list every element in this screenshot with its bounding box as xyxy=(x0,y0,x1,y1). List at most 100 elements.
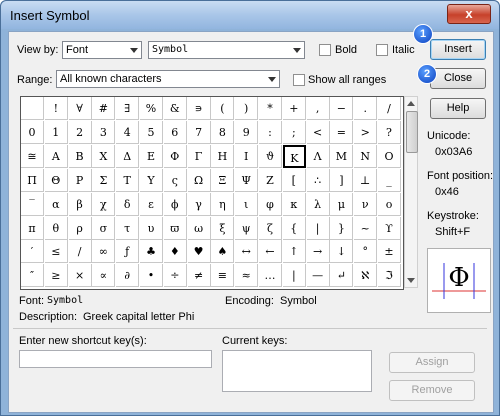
symbol-cell[interactable]: ƒ xyxy=(116,240,140,264)
symbol-cell[interactable]: B xyxy=(68,144,92,168)
symbol-cell[interactable]: _ xyxy=(378,168,401,192)
symbol-cell[interactable]: β xyxy=(68,192,92,216)
symbol-cell[interactable]: / xyxy=(378,97,401,120)
symbol-cell[interactable]: ) xyxy=(235,97,259,120)
symbol-cell[interactable]: Π xyxy=(21,168,44,192)
symbol-cell[interactable]: ϒ xyxy=(378,216,401,240)
symbol-cell[interactable]: ∂ xyxy=(116,264,140,288)
symbol-cell[interactable]: 5 xyxy=(140,120,163,144)
symbol-cell[interactable]: π xyxy=(21,216,44,240)
symbol-cell[interactable]: [ xyxy=(282,168,306,192)
symbol-cell[interactable]: ≅ xyxy=(21,144,44,168)
symbol-cell[interactable]: ♥ xyxy=(187,240,211,264)
scroll-up-icon[interactable] xyxy=(407,101,415,106)
symbol-cell[interactable]: τ xyxy=(116,216,140,240)
symbol-cell[interactable]: δ xyxy=(116,192,140,216)
symbol-cell[interactable]: ÷ xyxy=(163,264,187,288)
symbol-cell[interactable]: : xyxy=(259,120,282,144)
symbol-cell[interactable]: ≤ xyxy=(44,240,68,264)
symbol-cell[interactable]: ⊥ xyxy=(354,168,378,192)
symbol-cell[interactable]: • xyxy=(140,264,163,288)
symbol-cell[interactable]: ± xyxy=(378,240,401,264)
symbol-cell[interactable]: ∝ xyxy=(92,264,116,288)
symbol-cell[interactable]: υ xyxy=(140,216,163,240)
symbol-cell[interactable]: Φ xyxy=(163,144,187,168)
symbol-cell[interactable]: ♠ xyxy=(211,240,235,264)
font-select[interactable]: Symbol xyxy=(148,41,305,59)
symbol-cell[interactable]: 4 xyxy=(116,120,140,144)
symbol-cell[interactable]: μ xyxy=(330,192,354,216)
symbol-cell[interactable]: ϕ xyxy=(163,192,187,216)
grid-scrollbar[interactable] xyxy=(404,96,418,288)
symbol-cell[interactable]: α xyxy=(44,192,68,216)
symbol-cell[interactable]: . xyxy=(354,97,378,120)
symbol-cell[interactable]: γ xyxy=(187,192,211,216)
symbol-cell[interactable]: ο xyxy=(378,192,401,216)
symbol-cell[interactable]: ; xyxy=(282,120,306,144)
assign-button[interactable]: Assign xyxy=(389,352,475,373)
range-select[interactable]: All known characters xyxy=(56,70,280,88)
close-button[interactable]: Close xyxy=(430,68,486,89)
symbol-cell-selected[interactable]: K xyxy=(282,144,306,168)
symbol-cell[interactable]: | xyxy=(282,264,306,288)
symbol-cell[interactable]: % xyxy=(140,97,163,120)
scroll-down-icon[interactable] xyxy=(407,278,415,283)
symbol-cell[interactable]: Λ xyxy=(306,144,330,168)
symbol-cell[interactable]: ↑ xyxy=(282,240,306,264)
symbol-cell[interactable]: = xyxy=(330,120,354,144)
symbol-cell[interactable]: < xyxy=(306,120,330,144)
symbol-cell[interactable]: − xyxy=(330,97,354,120)
symbol-cell[interactable]: ζ xyxy=(259,216,282,240)
symbol-cell[interactable]: λ xyxy=(306,192,330,216)
symbol-cell[interactable]: ♣ xyxy=(140,240,163,264)
italic-checkbox[interactable] xyxy=(376,44,388,56)
new-shortcut-input[interactable] xyxy=(19,350,212,368)
symbol-cell[interactable]: ϖ xyxy=(163,216,187,240)
symbol-cell[interactable]: × xyxy=(68,264,92,288)
symbol-cell[interactable]: ℵ xyxy=(354,264,378,288)
symbol-cell[interactable]: ι xyxy=(235,192,259,216)
current-keys-list[interactable] xyxy=(222,350,372,392)
symbol-cell[interactable]: 8 xyxy=(211,120,235,144)
symbol-cell[interactable]: ∍ xyxy=(187,97,211,120)
symbol-cell[interactable]: Z xyxy=(259,168,282,192)
symbol-cell[interactable]: ≥ xyxy=(44,264,68,288)
symbol-cell[interactable]: 7 xyxy=(187,120,211,144)
symbol-cell[interactable]: # xyxy=(92,97,116,120)
symbol-cell[interactable]: → xyxy=(306,240,330,264)
symbol-cell[interactable]: σ xyxy=(92,216,116,240)
symbol-cell[interactable]: ∞ xyxy=(92,240,116,264)
symbol-cell[interactable]: Σ xyxy=(92,168,116,192)
symbol-cell[interactable]: ω xyxy=(187,216,211,240)
bold-checkbox[interactable] xyxy=(319,44,331,56)
symbol-cell[interactable]: { xyxy=(282,216,306,240)
symbol-cell[interactable]: ♦ xyxy=(163,240,187,264)
symbol-cell[interactable]: ~ xyxy=(354,216,378,240)
symbol-cell[interactable]: P xyxy=(68,168,92,192)
window-close-button[interactable]: x xyxy=(447,4,491,24)
symbol-cell[interactable]: ψ xyxy=(235,216,259,240)
symbol-cell[interactable]: ( xyxy=(211,97,235,120)
symbol-cell[interactable]: ° xyxy=(354,240,378,264)
symbol-cell[interactable]: ′ xyxy=(21,240,44,264)
symbol-cell[interactable]: η xyxy=(211,192,235,216)
symbol-cell[interactable]: φ xyxy=(259,192,282,216)
symbol-cell[interactable]: Θ xyxy=(44,168,68,192)
symbol-cell[interactable]: * xyxy=(259,97,282,120)
symbol-cell[interactable]: ς xyxy=(163,168,187,192)
symbol-cell[interactable]: ] xyxy=(330,168,354,192)
symbol-cell[interactable]: , xyxy=(306,97,330,120)
symbol-cell[interactable]: Ξ xyxy=(211,168,235,192)
symbol-cell[interactable]: Δ xyxy=(116,144,140,168)
symbol-cell[interactable]: ? xyxy=(378,120,401,144)
symbol-cell[interactable]: Ψ xyxy=(235,168,259,192)
symbol-cell[interactable]: 6 xyxy=(163,120,187,144)
symbol-cell[interactable] xyxy=(21,97,44,120)
symbol-cell[interactable]: ↔ xyxy=(235,240,259,264)
symbol-cell[interactable]: ‾ xyxy=(21,192,44,216)
show-all-ranges-checkbox[interactable] xyxy=(293,74,305,86)
symbol-cell[interactable]: O xyxy=(378,144,401,168)
symbol-cell[interactable]: + xyxy=(282,97,306,120)
symbol-cell[interactable]: ℑ xyxy=(378,264,401,288)
symbol-cell[interactable]: 1 xyxy=(44,120,68,144)
